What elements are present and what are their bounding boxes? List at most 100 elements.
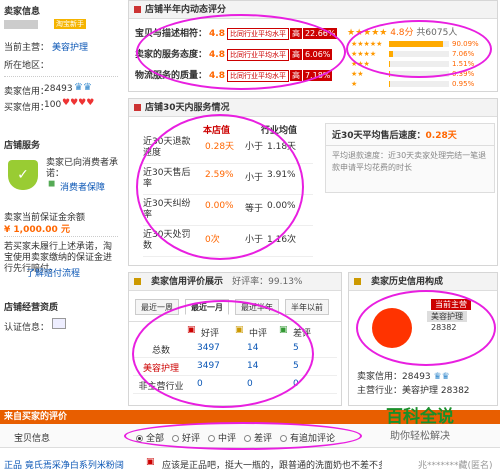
service-industry-avg: 0.00% [267, 201, 296, 211]
service-store-value: 2.59% [205, 170, 234, 180]
good-rate-value: 99.13% [268, 277, 303, 287]
divider [133, 357, 337, 358]
filter-radio-0[interactable]: 全部 [136, 431, 164, 444]
dsr-row: 宝贝与描述相符： 4.8 比同行业平均水平高 22.66% [135, 27, 347, 41]
filter-radio-1[interactable]: 好评 [172, 431, 200, 444]
newbie-badge[interactable]: 淘宝新手 [54, 19, 86, 29]
heart-icon: ♥♥♥♥ [62, 98, 95, 108]
dist-bar [389, 41, 449, 47]
service30-panel: 店铺30天内服务情况 本店值 行业均值 近30天退款速度 0.28天 小于 1.18天… [128, 98, 498, 266]
filter-label: 中评 [218, 434, 237, 444]
main-category-link[interactable]: 美容护理 [52, 40, 88, 53]
service30-header: 店铺30天内服务情况 [129, 99, 497, 117]
dist-pct: 0.95% [452, 80, 475, 88]
service-metric-label: 近30天售后率 [143, 168, 191, 189]
dsr-high: 高 [289, 28, 302, 39]
credit-mid[interactable]: 14 [247, 343, 258, 353]
dsr-label: 物流服务的质量： [135, 71, 208, 81]
protection-link[interactable]: 消费者保障 [60, 180, 105, 193]
tab-2[interactable]: 最近半年 [235, 299, 279, 315]
side-summary: 近30天平均售后速度：0.28天 平均退款速度：近30天卖家处理完结一笔退款申请… [325, 123, 495, 193]
col-industry-avg: 行业均值 [261, 126, 298, 136]
dsr-label: 卖家的服务态度： [135, 50, 208, 60]
credit-good[interactable]: 0 [197, 379, 203, 389]
dsr-pct: 7.18% [302, 70, 333, 81]
dist-bar [389, 81, 449, 87]
divider [143, 163, 313, 164]
lock-icon: ◼ [48, 179, 56, 189]
dsr-label: 宝贝与描述相符： [135, 29, 208, 39]
summary-score: 4.8分 [390, 28, 414, 38]
watermark-sub: 助你轻松解决 [390, 431, 450, 442]
credit-good[interactable]: 3497 [197, 343, 220, 353]
dsr-panel: 店铺半年内动态评分 宝贝与描述相符： 4.8 比同行业平均水平高 22.66% 卖家的服… [128, 0, 498, 92]
service-metric-label: 近30天处罚数 [143, 230, 191, 251]
filter-label: 有追加评论 [290, 434, 336, 444]
credit-row-label: 总数 [151, 346, 170, 356]
side-desc: 平均退款速度：近30天卖家处理完结一笔退款申请平均花费的时长 [332, 151, 487, 172]
legend-value: 28382 [431, 323, 457, 332]
item-info-col: 宝贝信息 [14, 434, 51, 444]
buyer-credit-label: 买家信用： [4, 103, 50, 113]
dist-row: ★★ 0.39% [351, 69, 497, 79]
shield-icon: ✓ [8, 160, 38, 190]
compensation-link[interactable]: 了解赔付流程 [26, 266, 80, 279]
history-seller-label: 卖家信用：28493 ♛♛ [357, 372, 450, 382]
credit-mid[interactable]: 14 [247, 361, 258, 371]
credit-table-header [129, 321, 341, 322]
summary-count: 共6075人 [416, 28, 458, 38]
tab-3[interactable]: 半年以前 [285, 299, 329, 315]
radio-icon [280, 435, 287, 442]
tab-0[interactable]: 最近一周 [135, 299, 179, 315]
crown-icon: ♛♛ [74, 82, 92, 93]
side-value: 0.28天 [425, 131, 457, 141]
seller-credit-label: 卖家信用： [4, 87, 50, 97]
buyer-credit-value: 100 [44, 100, 62, 110]
service-metric-label: 近30天退款速度 [143, 137, 191, 158]
service-industry-avg: 1.18天 [267, 142, 297, 152]
filter-radio-3[interactable]: 差评 [244, 431, 272, 444]
credit-row-label: 非主营行业 [138, 382, 184, 392]
qualification-panel: 店铺经营资质 认证信息： [0, 292, 122, 342]
credit-bad[interactable]: 5 [293, 343, 299, 353]
dist-bar-fill [389, 41, 444, 47]
service-compare: 小于 [245, 142, 264, 152]
credit-panel: 卖家信用评价展示 好评率：99.13% 最近一周 最近一月 最近半年 半年以前 ▣ 好… [128, 272, 342, 406]
dist-stars: ★ [351, 80, 358, 88]
filter-radio-2[interactable]: 中评 [208, 431, 236, 444]
dsr-header: 店铺半年内动态评分 [129, 1, 497, 19]
dist-row: ★★★★ 7.06% [351, 49, 497, 59]
seller-info-panel: 卖家信息 淘宝新手 当前主营： 美容护理 所在地区： 卖家信用： 28493 ♛… [0, 0, 122, 122]
radio-icon [244, 435, 251, 442]
radio-icon [208, 435, 215, 442]
radio-icon [136, 435, 143, 442]
dist-pct: 7.06% [452, 50, 475, 58]
divider [4, 76, 118, 77]
dist-row: ★ 0.95% [351, 79, 497, 89]
dist-bar-fill [389, 71, 390, 77]
radio-icon [172, 435, 179, 442]
dsr-score: 4.8 [209, 50, 225, 60]
dsr-pct: 22.66% [302, 28, 338, 39]
watermark: 百科全说 助你轻松解决 [360, 402, 480, 442]
credit-mid[interactable]: 0 [247, 379, 253, 389]
dsr-row: 卖家的服务态度： 4.8 比同行业平均水平高 6.06% [135, 48, 347, 62]
col-good: 好评 [201, 329, 220, 339]
history-main-label: 主营行业：美容护理 28382 [357, 386, 470, 396]
dsr-score: 4.8 [209, 29, 225, 39]
dsr-score: 4.8 [209, 71, 225, 81]
filter-radio-4[interactable]: 有追加评论 [280, 431, 335, 444]
certificate-icon[interactable] [52, 318, 66, 329]
credit-bad[interactable]: 0 [293, 379, 299, 389]
service-store-value: 0.00% [205, 201, 234, 211]
dist-stars: ★★★★★ [351, 40, 383, 48]
tab-1[interactable]: 最近一月 [185, 299, 229, 315]
service-metric-label: 近30天纠纷率 [143, 199, 191, 220]
credit-good[interactable]: 3497 [197, 361, 220, 371]
credit-bad[interactable]: 5 [293, 361, 299, 371]
col-bad: 差评 [293, 329, 312, 339]
reviewer-name: 兆*******藏(匿名) [418, 461, 493, 471]
service-store-value: 0.28天 [205, 142, 235, 152]
dist-bar-fill [389, 51, 394, 57]
review-item-link[interactable]: 正品 竟氏焉采净白系列米粉阔 [4, 458, 124, 471]
